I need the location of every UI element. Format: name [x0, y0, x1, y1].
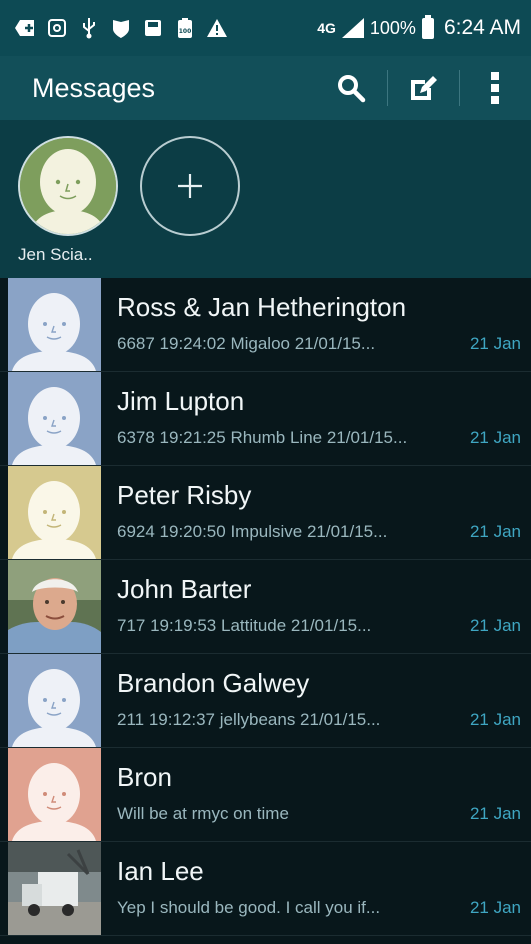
plus-icon: [178, 174, 202, 198]
default-contact-icon: [8, 372, 101, 465]
message-date: 21 Jan: [469, 898, 521, 917]
avatar: [8, 748, 101, 841]
add-favorite-button[interactable]: [140, 136, 240, 236]
default-contact-icon: [8, 654, 101, 747]
more-options-button[interactable]: [459, 56, 531, 120]
default-contact-icon: [8, 466, 101, 559]
favorite-name: Jen Scia..: [18, 245, 93, 264]
message-date: 21 Jan: [469, 522, 521, 541]
add-box-icon: [14, 17, 36, 39]
contact-photo: [8, 560, 101, 653]
conversation-row[interactable]: Ross & Jan Hetherington 6687 19:24:02 Mi…: [0, 278, 531, 372]
page-title: Messages: [32, 72, 156, 103]
message-preview: 6687 19:24:02 Migaloo 21/01/15...: [117, 334, 376, 353]
message-preview: Will be at rmyc on time: [117, 804, 289, 823]
contact-photo: [8, 842, 101, 935]
message-date: 21 Jan: [469, 804, 521, 823]
battery-100-icon: 100: [174, 17, 196, 39]
usb-icon: [78, 17, 100, 39]
message-preview: Yep I should be good. I call you if...: [117, 898, 381, 917]
contact-name: Ross & Jan Hetherington: [117, 292, 407, 322]
battery-percent: 100%: [369, 17, 416, 38]
avatar: [8, 466, 101, 559]
avatar: [18, 136, 118, 236]
network-type: 4G: [317, 19, 336, 36]
voicemail-icon: [46, 17, 68, 39]
conversation-row[interactable]: Brandon Galwey 211 19:12:37 jellybeans 2…: [0, 654, 531, 748]
conversation-row[interactable]: Jim Lupton 6378 19:21:25 Rhumb Line 21/0…: [0, 372, 531, 466]
message-preview: 717 19:19:53 Lattitude 21/01/15...: [117, 616, 372, 635]
default-contact-icon: [8, 748, 101, 841]
battery-icon: [421, 14, 434, 39]
conversation-row[interactable]: Peter Risby 6924 19:20:50 Impulsive 21/0…: [0, 466, 531, 560]
avatar: [8, 372, 101, 465]
avatar: [8, 842, 101, 935]
warning-icon: [206, 17, 228, 39]
default-contact-icon: [8, 278, 101, 371]
search-icon: [338, 75, 366, 103]
message-date: 21 Jan: [469, 710, 521, 729]
search-button[interactable]: [315, 56, 387, 120]
message-preview: 211 19:12:37 jellybeans 21/01/15...: [117, 710, 381, 729]
favorites-row: Jen Scia..: [0, 120, 531, 278]
favorite-contact[interactable]: [18, 136, 118, 236]
conversation-list: Ross & Jan Hetherington 6687 19:24:02 Mi…: [0, 278, 531, 936]
conversation-row[interactable]: John Barter 717 19:19:53 Lattitude 21/01…: [0, 560, 531, 654]
message-date: 21 Jan: [469, 334, 521, 353]
conversation-row[interactable]: Ian Lee Yep I should be good. I call you…: [0, 842, 531, 936]
avatar: [8, 654, 101, 747]
status-indicators: 4G 100% 6:24 AM: [317, 14, 531, 40]
signal-icon: [341, 18, 364, 38]
message-preview: 6378 19:21:25 Rhumb Line 21/01/15...: [117, 428, 408, 447]
app-bar: Messages: [0, 56, 531, 120]
contact-name: Peter Risby: [117, 480, 252, 510]
default-contact-icon: [20, 138, 116, 234]
contact-name: John Barter: [117, 574, 252, 604]
more-options-icon: [491, 72, 499, 104]
compose-button[interactable]: [387, 56, 459, 120]
svg-text:100: 100: [179, 28, 192, 35]
shield-icon: [110, 17, 132, 39]
avatar: [8, 560, 101, 653]
compose-icon: [411, 76, 437, 100]
notification-icons: 100: [0, 17, 228, 39]
contact-name: Ian Lee: [117, 856, 204, 886]
app-actions: [315, 56, 531, 120]
contact-name: Brandon Galwey: [117, 668, 310, 698]
message-preview: 6924 19:20:50 Impulsive 21/01/15...: [117, 522, 388, 541]
contact-name: Jim Lupton: [117, 386, 245, 416]
message-date: 21 Jan: [469, 616, 521, 635]
status-bar: 100 4G 100% 6:24 AM: [0, 0, 531, 56]
message-date: 21 Jan: [469, 428, 521, 447]
contact-name: Bron: [117, 762, 172, 792]
conversation-row[interactable]: Bron Will be at rmyc on time 21 Jan: [0, 748, 531, 842]
clock: 6:24 AM: [443, 16, 521, 39]
avatar: [8, 278, 101, 371]
save-icon: [142, 17, 164, 39]
